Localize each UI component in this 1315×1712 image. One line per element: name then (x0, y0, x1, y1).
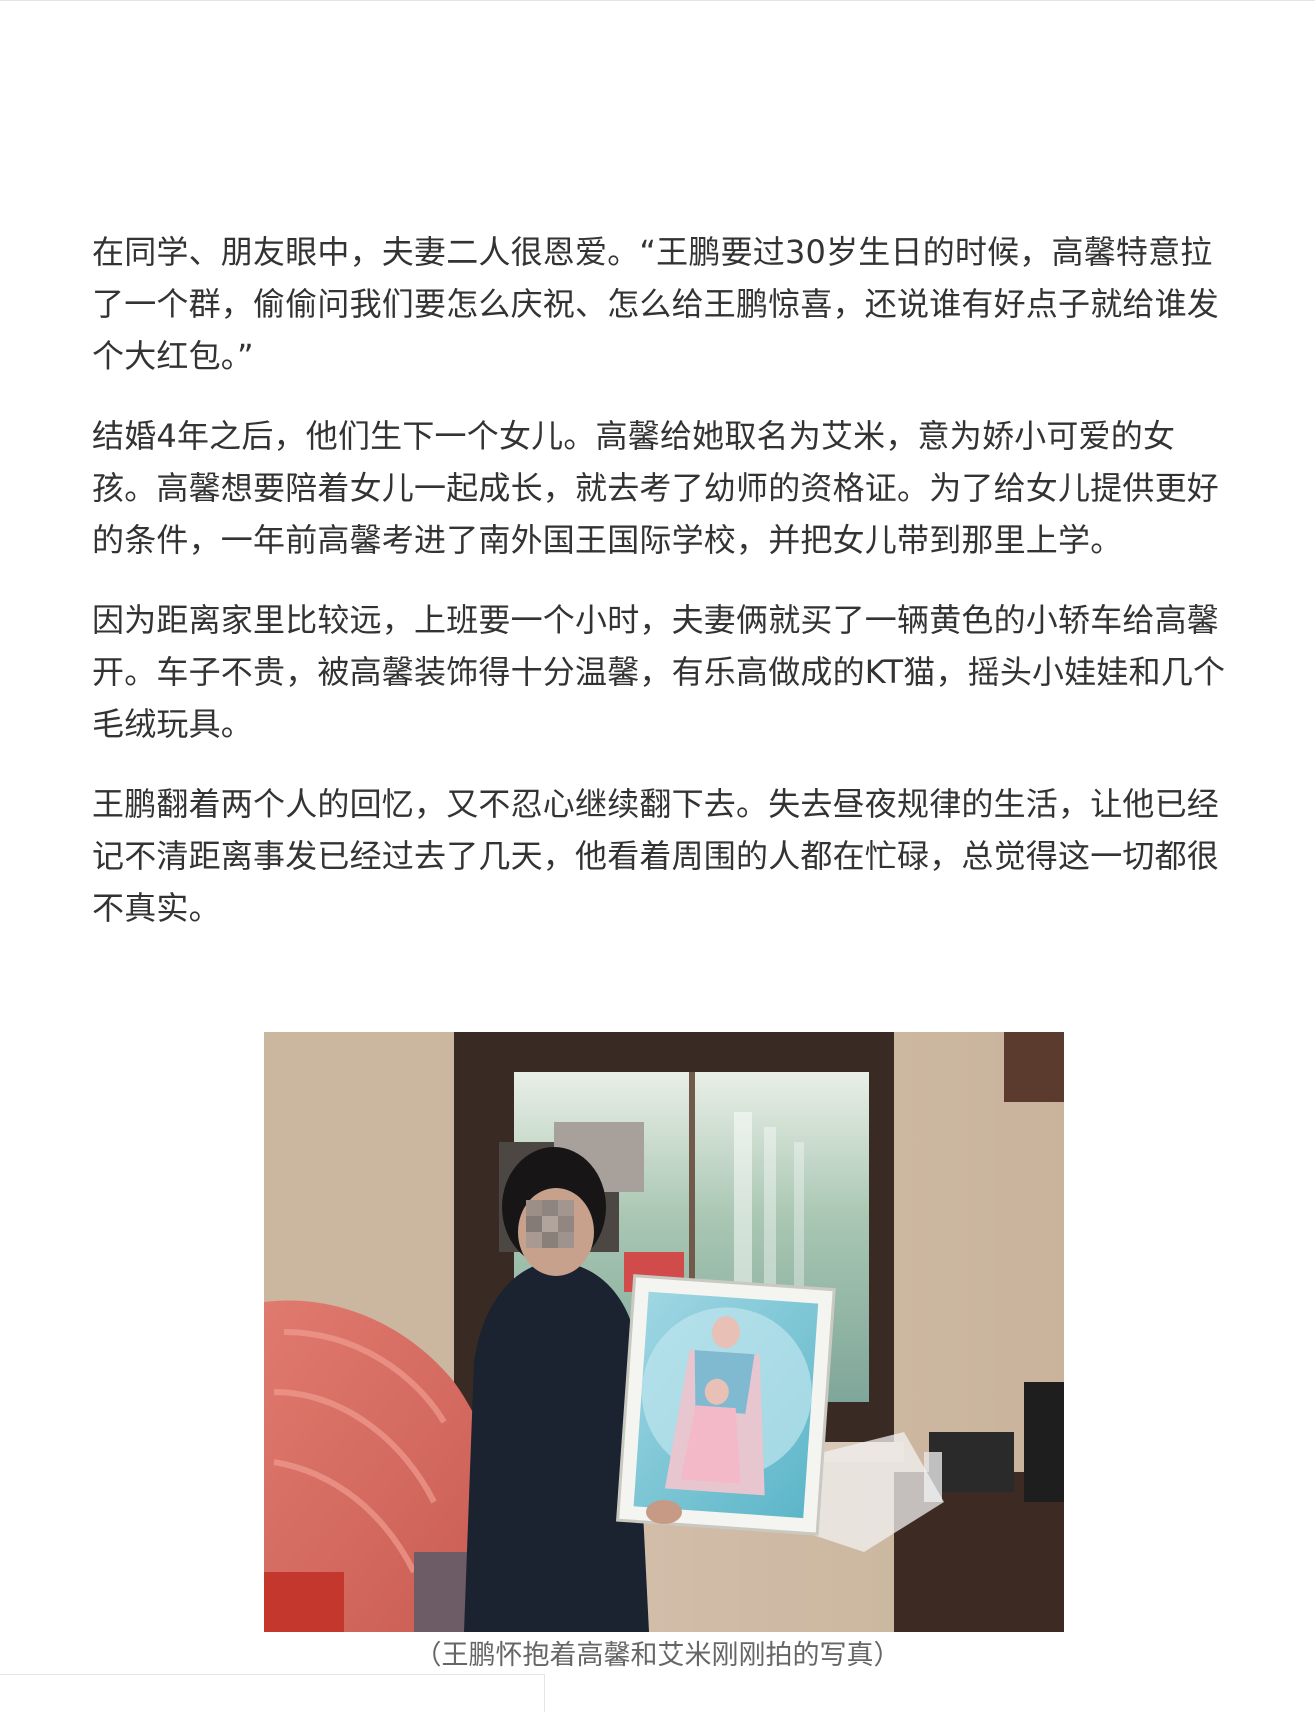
photo-man-holding-portrait (264, 1032, 1064, 1632)
bottom-partial-panel (0, 1674, 545, 1712)
article-paragraph-3: 因为距离家里比较远，上班要一个小时，夫妻俩就买了一辆黄色的小轿车给高馨开。车子不… (92, 601, 1226, 743)
article-photo (264, 1032, 1064, 1632)
article-paragraph-2: 结婚4年之后，他们生下一个女儿。高馨给她取名为艾米，意为娇小可爱的女孩。高馨想要… (92, 417, 1220, 559)
article-body: 在同学、朋友眼中，夫妻二人很恩爱。“王鹏要过30岁生日的时候，高馨特意拉了一个群… (92, 226, 1237, 962)
article-paragraph-1: 在同学、朋友眼中，夫妻二人很恩爱。“王鹏要过30岁生日的时候，高馨特意拉了一个群… (92, 233, 1220, 375)
article-paragraph-4: 王鹏翻着两个人的回忆，又不忍心继续翻下去。失去昼夜规律的生活，让他已经记不清距离… (92, 785, 1220, 927)
top-divider (0, 0, 1315, 1)
photo-caption: （王鹏怀抱着高馨和艾米刚刚拍的写真） (414, 1640, 901, 1671)
